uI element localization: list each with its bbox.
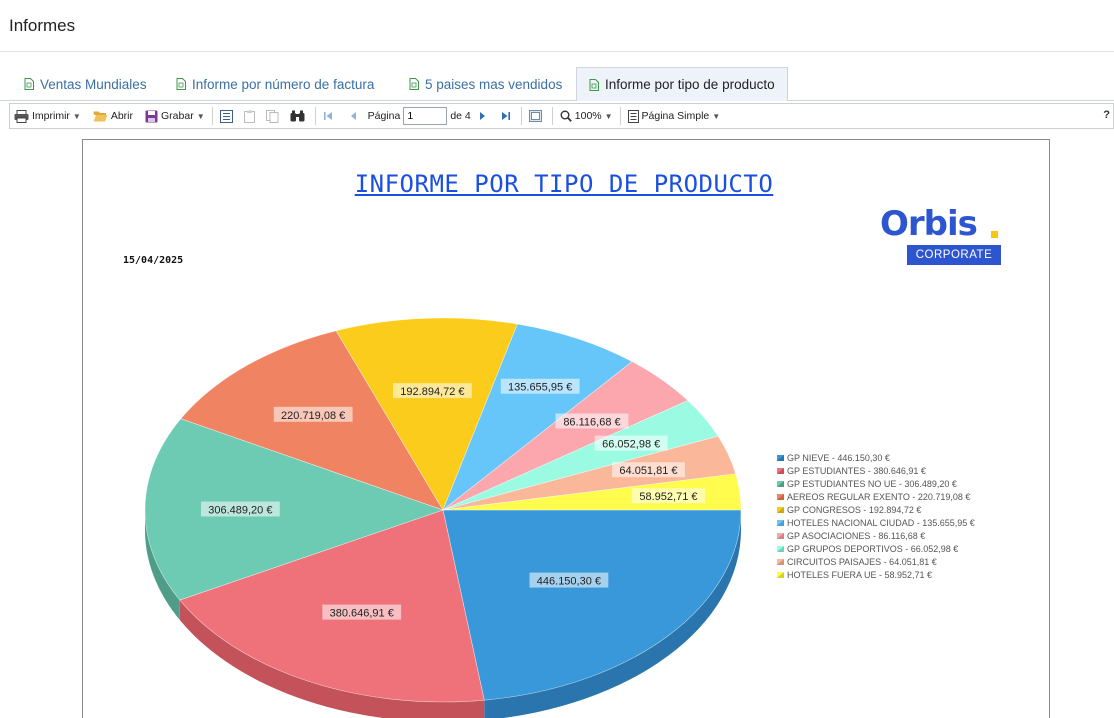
spreadsheet-icon	[24, 78, 34, 90]
save-label: Grabar	[161, 110, 194, 122]
report-page: INFORME POR TIPO DE PRODUCTO 15/04/2025 …	[82, 139, 1050, 718]
folder-open-icon	[93, 111, 108, 122]
chevron-down-icon: ▼	[72, 111, 81, 121]
parameters-button[interactable]	[240, 105, 262, 127]
page-count: de 4	[450, 110, 471, 122]
pie-value-label: 64.051,81 €	[619, 465, 677, 477]
page-title: Informes	[9, 16, 76, 35]
print-button[interactable]: Imprimir ▼	[10, 105, 85, 127]
tab-label: Informe por número de factura	[192, 76, 375, 92]
page-header: Informes	[0, 0, 1114, 52]
tab-ventas-mundiales[interactable]: Ventas Mundiales	[12, 67, 159, 101]
chevron-down-icon: ▼	[196, 111, 205, 121]
zoom-label: 100%	[574, 110, 602, 122]
chevron-down-icon: ▼	[712, 111, 721, 121]
chevron-down-icon: ▼	[604, 111, 613, 121]
report-toolbar: Imprimir ▼ Abrir Grabar ▼ Página de 4	[9, 103, 1114, 129]
floppy-disk-icon	[145, 110, 158, 122]
legend-entry: GP GRUPOS DEPORTIVOS - 66.052,98 €	[787, 544, 958, 554]
view-label: Página Simple	[641, 110, 710, 122]
print-label: Imprimir	[32, 110, 70, 122]
pie-value-label: 135.655,95 €	[508, 382, 572, 394]
previous-page-button[interactable]	[346, 105, 364, 127]
magnifier-icon	[560, 110, 572, 122]
pie-value-label: 380.646,91 €	[330, 608, 394, 620]
spreadsheet-icon	[176, 78, 186, 90]
toolbar-separator	[314, 107, 316, 125]
page-label: Página	[367, 110, 401, 122]
last-page-icon	[501, 112, 510, 120]
legend-entry: GP ASOCIACIONES - 86.116,68 €	[787, 531, 925, 541]
page-label-group: Página	[364, 105, 401, 127]
toolbar-separator	[520, 107, 522, 125]
legend-entry: GP ESTUDIANTES NO UE - 306.489,20 €	[787, 479, 957, 489]
single-page-icon	[627, 109, 639, 123]
page-number-input[interactable]	[403, 107, 448, 125]
pie-value-label: 58.952,71 €	[639, 491, 697, 503]
next-page-icon	[479, 112, 485, 120]
zoom-button[interactable]: 100% ▼	[556, 105, 617, 127]
pie-value-label: 446.150,30 €	[537, 576, 601, 588]
copy-button[interactable]	[262, 105, 286, 127]
help-button[interactable]: ?	[1103, 109, 1110, 121]
open-label: Abrir	[110, 110, 134, 122]
toolbar-separator	[211, 107, 213, 125]
save-button[interactable]: Grabar ▼	[141, 105, 209, 127]
toolbar-separator	[551, 107, 553, 125]
clipboard-icon	[243, 110, 255, 123]
page-setup-button[interactable]	[525, 105, 549, 127]
printer-icon	[14, 109, 29, 123]
page-layout-icon	[528, 110, 542, 122]
binoculars-icon	[290, 110, 305, 122]
legend-entry: AEREOS REGULAR EXENTO - 220.719,08 €	[787, 492, 970, 502]
tab-label: Informe por tipo de producto	[605, 77, 775, 92]
tab-tipo-producto[interactable]: Informe por tipo de producto	[576, 67, 788, 101]
pie-value-label: 66.052,98 €	[602, 439, 660, 451]
pie-value-label: 220.719,08 €	[281, 410, 345, 422]
tab-label: Ventas Mundiales	[40, 76, 147, 92]
tab-5-paises[interactable]: 5 paises mas vendidos	[397, 67, 574, 101]
first-page-button[interactable]	[319, 105, 340, 127]
document-map-button[interactable]	[216, 105, 240, 127]
spreadsheet-icon	[589, 78, 599, 91]
legend-entry: HOTELES NACIONAL CIUDAD - 135.655,95 €	[787, 518, 975, 528]
tab-label: 5 paises mas vendidos	[425, 76, 563, 92]
pie-slice[interactable]	[442, 509, 742, 701]
copy-pages-icon	[265, 109, 279, 123]
find-button[interactable]	[286, 105, 312, 127]
pie-value-label: 86.116,68 €	[563, 416, 620, 428]
legend-entry: GP CONGRESOS - 192.894,72 €	[787, 505, 921, 515]
spreadsheet-icon	[409, 78, 419, 90]
legend-entry: CIRCUITOS PAISAJES - 64.051,81 €	[787, 557, 937, 567]
pie-chart: 446.150,30 € 380.646,91 € 306.489,20 € 220.…	[144, 317, 975, 718]
toolbar-separator	[619, 107, 621, 125]
tab-informe-factura[interactable]: Informe por número de factura	[164, 67, 386, 101]
report-tabs: Ventas Mundiales Informe por número de f…	[0, 67, 1114, 101]
previous-page-icon	[350, 112, 356, 120]
document-map-icon	[219, 109, 233, 123]
next-page-button[interactable]	[475, 105, 493, 127]
open-button[interactable]: Abrir	[89, 105, 137, 127]
pie-value-label: 192.894,72 €	[400, 386, 464, 398]
view-mode-button[interactable]: Página Simple ▼	[624, 105, 725, 127]
last-page-button[interactable]	[497, 105, 518, 127]
legend-entry: GP ESTUDIANTES - 380.646,91 €	[787, 466, 926, 476]
page-count-group: de 4	[450, 105, 474, 127]
legend-entry: HOTELES FUERA UE - 58.952,71 €	[787, 570, 932, 580]
pie-value-label: 306.489,20 €	[208, 505, 272, 517]
first-page-icon	[323, 112, 332, 120]
legend-entry: GP NIEVE - 446.150,30 €	[787, 453, 890, 463]
